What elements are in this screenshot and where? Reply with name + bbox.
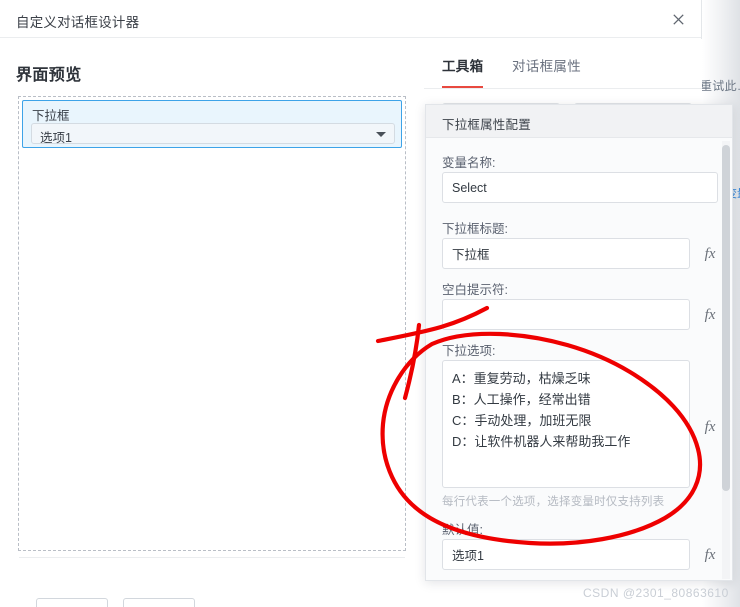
confirm-button[interactable]: 确定	[36, 598, 108, 607]
dialog-footer-buttons: 确定 取消	[36, 598, 195, 607]
footer-divider	[19, 557, 405, 558]
dropdown-options-hint: 每行代表一个选项，选择变量时仅支持列表	[442, 496, 665, 508]
dropdown-options-textarea[interactable]: A：重复劳动，枯燥乏味 B：人工操作，经常出错 C：手动处理，加班无限 D：让软…	[442, 360, 690, 488]
tab-dialog-properties[interactable]: 对话框属性	[512, 55, 581, 88]
background-hint-text: 重试此…	[700, 79, 740, 93]
dropdown-widget-value: 选项1	[40, 131, 72, 145]
tab-bar: 工具箱 对话框属性	[424, 55, 702, 89]
chevron-down-icon	[376, 132, 386, 137]
blank-hint-label: 空白提示符:	[442, 283, 508, 297]
dialog-titlebar: 自定义对话框设计器	[0, 0, 701, 38]
dropdown-widget-preview[interactable]: 下拉框 选项1	[22, 100, 402, 148]
fx-icon-dropdown-title[interactable]: fx	[700, 244, 720, 264]
dropdown-widget-select[interactable]: 选项1	[31, 123, 395, 145]
watermark: CSDN @2301_80863610	[583, 586, 729, 600]
fx-icon-dropdown-options[interactable]: fx	[700, 417, 720, 437]
dropdown-title-label: 下拉框标题:	[442, 222, 508, 236]
default-value-input[interactable]	[442, 539, 690, 570]
property-panel-header: 下拉框属性配置	[426, 105, 732, 138]
property-panel-scrollbar-thumb[interactable]	[722, 145, 730, 491]
tab-toolbox[interactable]: 工具箱	[442, 55, 484, 88]
page-title: 界面预览	[16, 67, 82, 84]
property-panel-body: 变量名称: 下拉框标题: fx 空白提示符: fx 下拉选项: A：重复劳动，枯…	[426, 138, 732, 580]
cancel-button[interactable]: 取消	[123, 598, 195, 607]
dropdown-widget-label: 下拉框	[32, 109, 70, 123]
screen-root: 重试此… 变量 1」号 自定义对话框设计器 界面预览 下拉框 选项1	[0, 0, 740, 607]
property-panel-title: 下拉框属性配置	[442, 118, 531, 132]
fx-icon-default-value[interactable]: fx	[700, 545, 720, 565]
dropdown-title-input[interactable]	[442, 238, 690, 269]
close-icon[interactable]	[665, 7, 691, 31]
blank-hint-input[interactable]	[442, 299, 690, 330]
variable-name-label: 变量名称:	[442, 156, 496, 170]
preview-column: 界面预览 下拉框 选项1 确定 取消	[0, 39, 424, 607]
dropdown-options-label: 下拉选项:	[442, 344, 496, 358]
fx-icon-blank-hint[interactable]: fx	[700, 305, 720, 325]
design-canvas[interactable]: 下拉框 选项1	[18, 96, 406, 551]
variable-name-input[interactable]	[442, 172, 718, 203]
window-title: 自定义对话框设计器	[16, 15, 140, 30]
dropdown-property-panel: 下拉框属性配置 变量名称: 下拉框标题: fx 空白提示符: fx 下拉选项: …	[425, 104, 733, 581]
default-value-label: 默认值:	[442, 523, 483, 537]
